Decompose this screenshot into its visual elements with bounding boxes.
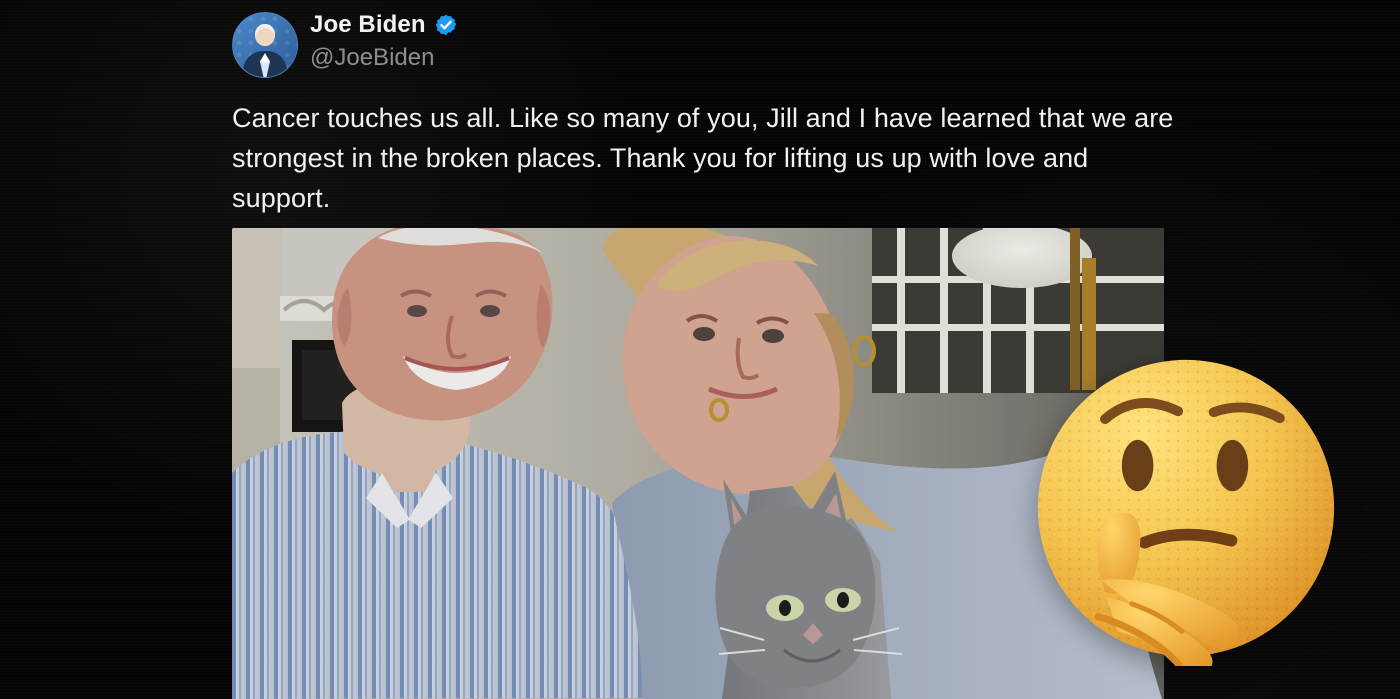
verified-badge-icon [435, 14, 456, 36]
tweet-photo[interactable] [232, 228, 1164, 699]
thinking-face-icon [1037, 359, 1335, 666]
name-row: Joe Biden [310, 10, 458, 40]
display-name[interactable]: Joe Biden [310, 11, 426, 39]
avatar-head [255, 24, 275, 46]
tweet-text: Cancer touches us all. Like so many of y… [232, 103, 1174, 213]
page: Joe Biden @JoeBiden Cancer touches us al… [0, 0, 1400, 699]
avatar[interactable] [232, 12, 298, 78]
photo-scene [232, 228, 1164, 699]
author-identity: Joe Biden @JoeBiden [310, 10, 458, 72]
handle[interactable]: @JoeBiden [310, 44, 458, 72]
